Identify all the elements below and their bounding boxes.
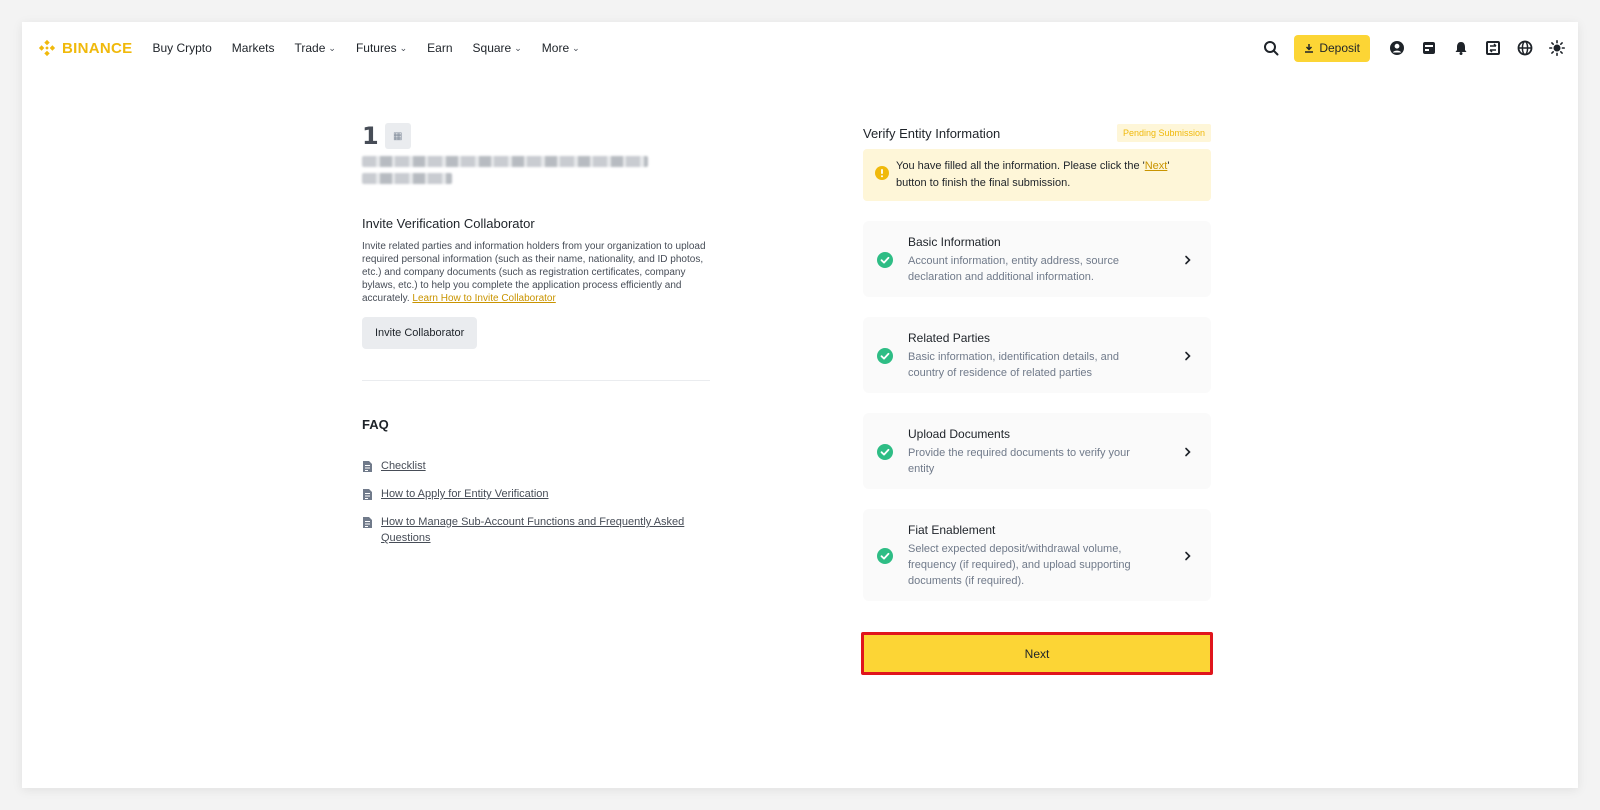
faq-item-entity-verification[interactable]: How to Apply for Entity Verification [362, 486, 712, 502]
main-nav: Buy Crypto Markets Trade ⌄ Futures ⌄ Earn … [152, 41, 579, 55]
user-icon[interactable] [1388, 39, 1406, 57]
nav-markets[interactable]: Markets [232, 41, 275, 55]
nav-square[interactable]: Square ⌄ [473, 41, 522, 55]
step-description: Basic information, identification detail… [908, 351, 1119, 379]
deposit-label: Deposit [1319, 41, 1360, 55]
brand-name: BINANCE [62, 39, 133, 57]
document-icon [363, 517, 372, 528]
qr-code-icon[interactable]: ▦ [384, 123, 411, 149]
nav-label: Square [472, 41, 512, 55]
account-initial: 1 [362, 122, 379, 150]
check-circle-icon [877, 252, 893, 268]
faq-item-sub-account[interactable]: How to Manage Sub-Account Functions and … [362, 514, 712, 546]
step-body: Related Parties Basic information, ident… [908, 331, 1183, 381]
divider [362, 380, 710, 381]
chevron-right-icon [1185, 351, 1191, 361]
document-icon [363, 461, 372, 472]
nav-label: Trade [294, 41, 326, 55]
check-circle-icon [877, 348, 893, 364]
nav-label: Markets [231, 41, 275, 55]
step-fiat-enablement[interactable]: Fiat Enablement Select expected deposit/… [863, 509, 1211, 601]
verify-title: Verify Entity Information [863, 125, 1001, 141]
chevron-right-icon [1185, 447, 1191, 457]
faq-link[interactable]: How to Apply for Entity Verification [381, 486, 701, 502]
step-body: Basic Information Account information, e… [908, 235, 1183, 285]
collaborator-description: Invite related parties and information h… [362, 240, 707, 305]
step-upload-documents[interactable]: Upload Documents Provide the required do… [863, 413, 1211, 489]
notice-next-link[interactable]: Next [1145, 160, 1168, 172]
theme-icon[interactable] [1548, 39, 1566, 57]
submission-notice: You have filled all the information. Ple… [863, 149, 1211, 201]
chevron-down-icon: ⌄ [328, 42, 336, 53]
left-panel: 1 ▦ Invite Verification Collaborator Inv… [362, 122, 712, 558]
download-icon [1305, 44, 1314, 53]
step-body: Upload Documents Provide the required do… [908, 427, 1183, 477]
globe-icon[interactable] [1516, 39, 1534, 57]
step-related-parties[interactable]: Related Parties Basic information, ident… [863, 317, 1211, 393]
check-circle-icon [877, 548, 893, 564]
step-description: Account information, entity address, sou… [908, 255, 1119, 283]
nav-earn[interactable]: Earn [427, 41, 452, 55]
search-icon[interactable] [1262, 39, 1280, 57]
nav-buy-crypto[interactable]: Buy Crypto [152, 41, 211, 55]
faq-link[interactable]: Checklist [381, 458, 701, 474]
next-button[interactable]: Next [864, 635, 1210, 672]
step-title: Upload Documents [908, 427, 1011, 441]
status-badge: Pending Submission [1116, 124, 1211, 142]
step-description: Select expected deposit/withdrawal volum… [908, 543, 1131, 587]
binance-logo-icon [38, 39, 56, 57]
check-circle-icon [877, 444, 893, 460]
faq-title: FAQ [362, 417, 389, 432]
account-header: 1 ▦ [362, 122, 712, 150]
verify-header: Verify Entity Information Pending Submis… [863, 122, 1211, 144]
step-title: Fiat Enablement [908, 523, 996, 537]
header-actions: Deposit [1262, 22, 1566, 74]
document-icon [363, 489, 372, 500]
step-title: Basic Information [908, 235, 1001, 249]
step-body: Fiat Enablement Select expected deposit/… [908, 523, 1183, 589]
invite-collaborator-button[interactable]: Invite Collaborator [362, 317, 478, 349]
warning-icon [875, 166, 889, 180]
notice-text: You have filled all the information. Ple… [896, 158, 1199, 192]
nav-label: Futures [355, 41, 397, 55]
nav-label: Earn [427, 41, 453, 55]
chevron-down-icon: ⌄ [572, 42, 580, 53]
faq-link[interactable]: How to Manage Sub-Account Functions and … [381, 514, 701, 546]
nav-futures[interactable]: Futures ⌄ [356, 41, 407, 55]
transfer-icon[interactable] [1484, 39, 1502, 57]
next-button-highlight: Next [861, 632, 1213, 675]
right-panel: Verify Entity Information Pending Submis… [861, 122, 1213, 675]
chevron-down-icon: ⌄ [514, 42, 522, 53]
collaborator-title: Invite Verification Collaborator [362, 216, 535, 231]
bell-icon[interactable] [1452, 39, 1470, 57]
faq-item-checklist[interactable]: Checklist [362, 458, 712, 474]
nav-label: Buy Crypto [152, 41, 212, 55]
nav-trade[interactable]: Trade ⌄ [294, 41, 335, 55]
chevron-right-icon [1185, 255, 1191, 265]
step-basic-information[interactable]: Basic Information Account information, e… [863, 221, 1211, 297]
step-title: Related Parties [908, 331, 991, 345]
redacted-entity-id [362, 173, 452, 184]
top-navbar: BINANCE Buy Crypto Markets Trade ⌄ Future… [22, 22, 1578, 74]
faq-list: Checklist How to Apply for Entity Verifi… [362, 458, 712, 546]
redacted-entity-name [362, 156, 648, 167]
step-description: Provide the required documents to verify… [908, 447, 1130, 475]
page: BINANCE Buy Crypto Markets Trade ⌄ Future… [22, 22, 1578, 788]
learn-invite-link[interactable]: Learn How to Invite Collaborator [412, 293, 555, 304]
chevron-right-icon [1185, 551, 1191, 561]
wallet-icon[interactable] [1420, 39, 1438, 57]
chevron-down-icon: ⌄ [399, 42, 408, 53]
binance-logo[interactable]: BINANCE [38, 39, 132, 57]
nav-label: More [541, 41, 570, 55]
deposit-button[interactable]: Deposit [1294, 34, 1370, 62]
notice-text-before: You have filled all the information. Ple… [896, 160, 1145, 172]
nav-more[interactable]: More ⌄ [542, 41, 580, 55]
